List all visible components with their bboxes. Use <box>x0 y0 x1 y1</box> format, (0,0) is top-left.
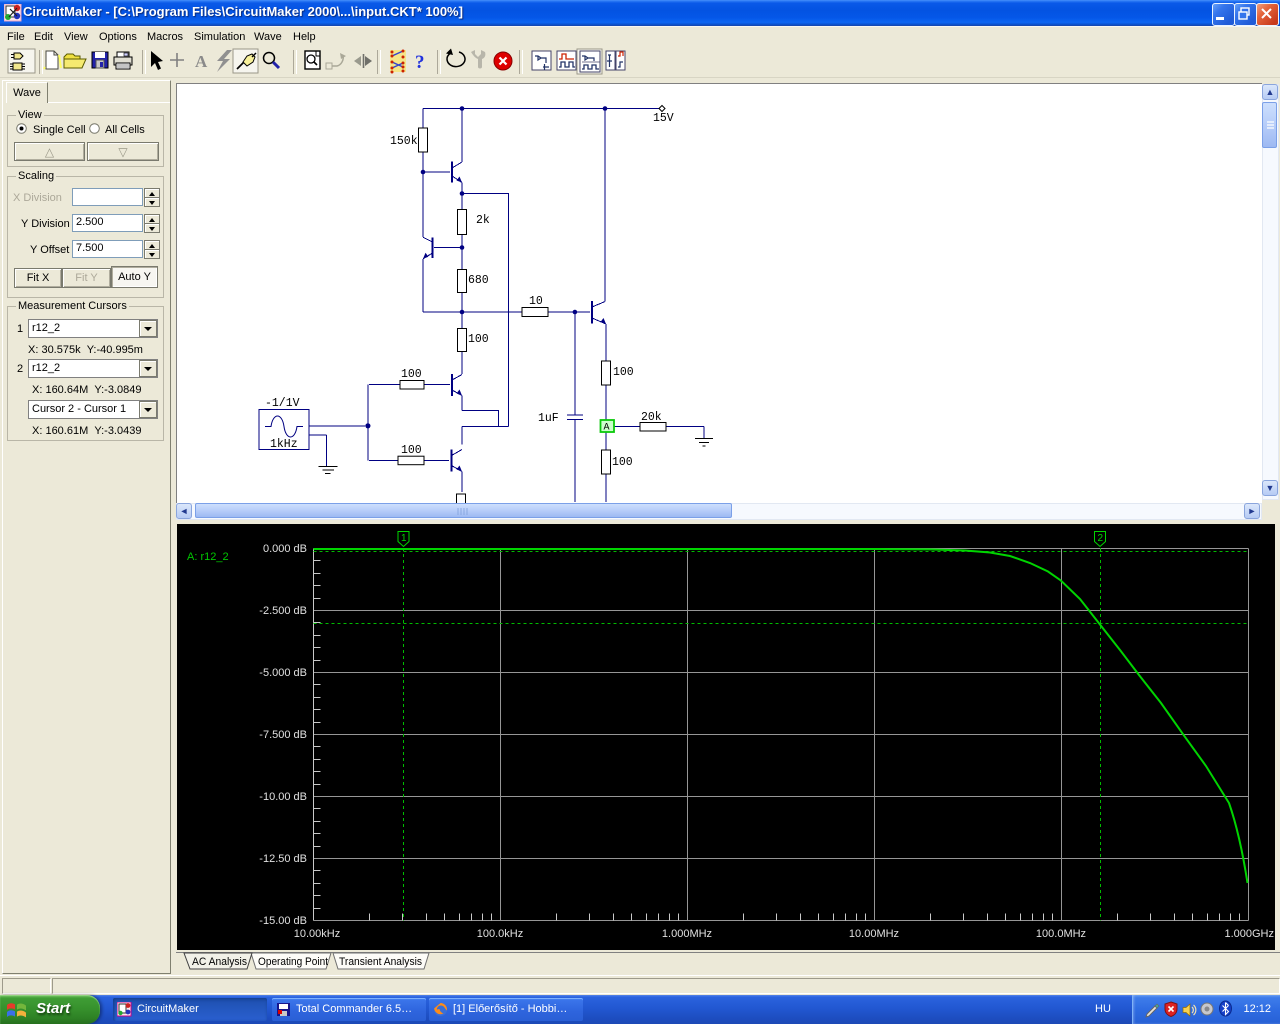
svg-text:10.00MHz: 10.00MHz <box>849 928 899 940</box>
svg-text:100: 100 <box>401 368 422 381</box>
svg-text:20k: 20k <box>641 411 662 424</box>
svg-text:Transient Analysis: Transient Analysis <box>339 956 422 968</box>
svg-text:-5.000 dB: -5.000 dB <box>259 667 307 679</box>
svg-text:-12.50 dB: -12.50 dB <box>259 853 307 865</box>
svg-text:100: 100 <box>612 456 633 469</box>
svg-text:AC Analysis: AC Analysis <box>192 956 247 968</box>
svg-text:0.000 dB: 0.000 dB <box>263 543 307 555</box>
svg-text:1.000MHz: 1.000MHz <box>662 928 712 940</box>
svg-text:-2.500 dB: -2.500 dB <box>259 605 307 617</box>
svg-text:100.0kHz: 100.0kHz <box>477 928 523 940</box>
svg-text:-7.500 dB: -7.500 dB <box>259 729 307 741</box>
svg-text:680: 680 <box>468 274 489 287</box>
svg-text:1uF: 1uF <box>538 412 559 425</box>
svg-text:-10.00 dB: -10.00 dB <box>259 791 307 803</box>
svg-text:10: 10 <box>529 295 543 308</box>
svg-text:Operating Point: Operating Point <box>258 956 328 968</box>
svg-text:100: 100 <box>401 444 422 457</box>
svg-text:A: A <box>604 423 610 434</box>
svg-text:1: 1 <box>401 533 407 544</box>
svg-text:10.00kHz: 10.00kHz <box>294 928 340 940</box>
svg-text:100: 100 <box>468 333 489 346</box>
svg-text:-15.00 dB: -15.00 dB <box>259 915 307 927</box>
svg-text:1kHz: 1kHz <box>270 438 298 451</box>
svg-text:A: A <box>195 52 208 71</box>
svg-text:2: 2 <box>1098 533 1104 544</box>
svg-text:?: ? <box>415 52 425 73</box>
svg-text:-1/1V: -1/1V <box>265 397 300 410</box>
svg-text:1.000GHz: 1.000GHz <box>1224 928 1274 940</box>
svg-text:2k: 2k <box>476 214 490 227</box>
svg-text:100.0MHz: 100.0MHz <box>1036 928 1086 940</box>
svg-text:150k: 150k <box>390 135 418 148</box>
svg-text:A: r12_2: A: r12_2 <box>187 551 229 563</box>
svg-text:15V: 15V <box>653 112 674 125</box>
svg-text:100: 100 <box>613 366 634 379</box>
